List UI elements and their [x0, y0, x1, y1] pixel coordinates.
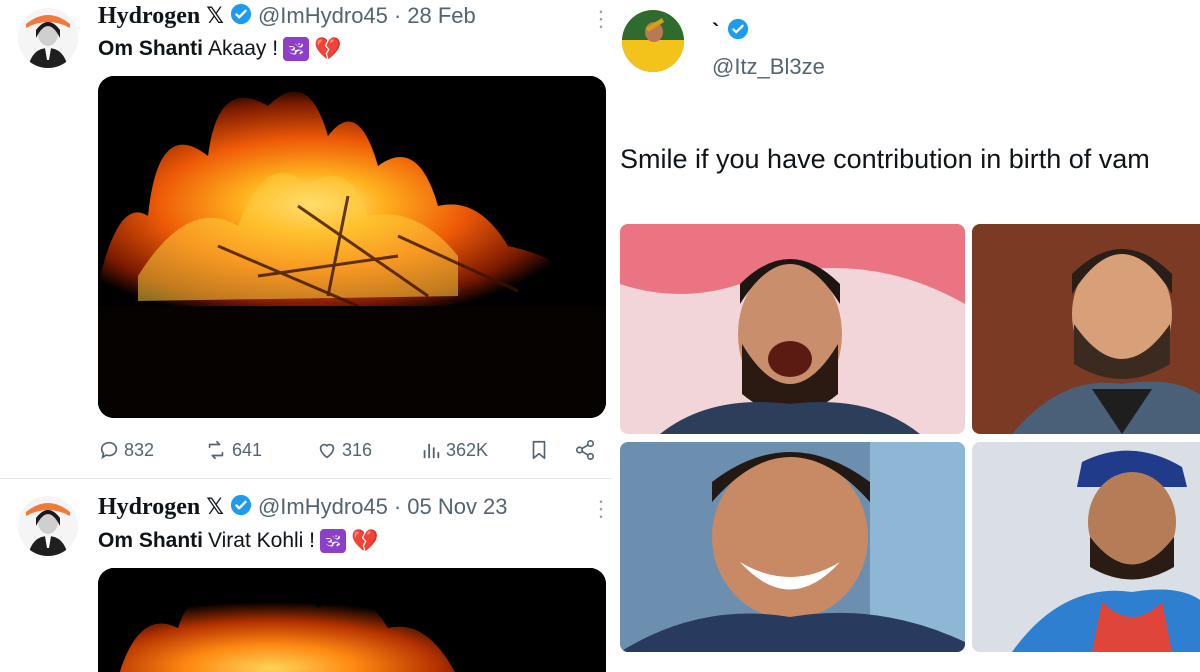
x-logo-text: 𝕏: [206, 3, 224, 29]
user-avatar[interactable]: [18, 8, 78, 68]
tweet-text: Om Shanti Akaay ! 🕉 💔: [98, 34, 341, 64]
om-emoji: 🕉: [283, 37, 310, 61]
tweet-media-smiling-man[interactable]: [972, 224, 1200, 434]
tweet-header: `: [712, 18, 749, 46]
tweet-text-bold: Om Shanti: [98, 37, 204, 60]
tweet-text: Om Shanti Virat Kohli ! 🕉 💔: [98, 526, 378, 556]
verified-badge-icon: [727, 18, 749, 46]
share-button[interactable]: [574, 433, 596, 467]
tweet-divider: [0, 478, 612, 479]
tweet-action-bar: 832 641 316 362K: [98, 433, 608, 467]
separator-dot: ·: [393, 494, 402, 519]
reply-button[interactable]: 832: [98, 433, 154, 467]
fire-image: [98, 76, 606, 418]
broken-heart-emoji: 💔: [314, 36, 342, 62]
tweet-header: Hydrogen 𝕏 @ImHydro45 · 28 Feb: [98, 1, 476, 31]
views-count: 362K: [446, 439, 489, 460]
tweet-header: Hydrogen 𝕏 @ImHydro45 · 05 Nov 23: [98, 492, 508, 522]
tweet-text: Smile if you have contribution in birth …: [620, 144, 1150, 174]
tweet-media-fire-image[interactable]: [98, 568, 606, 672]
reply-count: 832: [124, 439, 155, 460]
left-screenshot-panel: Hydrogen 𝕏 @ImHydro45 · 28 Feb ⋮ Om Shan…: [0, 0, 612, 672]
verified-badge-icon: [230, 494, 252, 521]
right-screenshot-panel: ` @Itz_Bl3ze Smile if you have contribut…: [612, 0, 1200, 672]
repost-icon: [208, 440, 224, 460]
tweet-media-fire-image[interactable]: [98, 76, 606, 418]
tweet-text-rest: Virat Kohli !: [208, 529, 316, 552]
avatar-image: [18, 496, 78, 556]
display-name[interactable]: `: [712, 19, 719, 45]
photo: [620, 224, 965, 434]
user-avatar[interactable]: [622, 10, 684, 72]
avatar-image: [622, 10, 684, 72]
like-icon: [319, 443, 335, 459]
like-button[interactable]: 316: [316, 433, 372, 467]
user-avatar[interactable]: [18, 496, 78, 556]
photo: [972, 224, 1200, 434]
more-options-icon[interactable]: ⋮: [590, 8, 612, 30]
tweet-card-1[interactable]: Hydrogen 𝕏 @ImHydro45 · 28 Feb ⋮ Om Shan…: [0, 0, 612, 480]
bookmark-button[interactable]: [528, 433, 550, 467]
tweet-media-cricketer[interactable]: [972, 442, 1200, 652]
tweet-date[interactable]: 05 Nov 23: [407, 494, 507, 520]
tweet-date[interactable]: 28 Feb: [407, 3, 476, 29]
x-logo-text: 𝕏: [206, 494, 224, 520]
like-count: 316: [342, 439, 373, 460]
user-handle[interactable]: @Itz_Bl3ze: [712, 54, 825, 80]
tweet-text-bold: Om Shanti: [98, 529, 204, 552]
separator-dot: ·: [393, 3, 402, 28]
reply-icon: [100, 441, 118, 460]
user-handle[interactable]: @ImHydro45: [258, 494, 388, 520]
broken-heart-emoji: 💔: [351, 528, 379, 554]
views-button[interactable]: 362K: [420, 433, 488, 467]
tweet-media-laughing-man-1[interactable]: [620, 224, 965, 434]
avatar-image: [18, 8, 78, 68]
fire-image: [98, 568, 606, 672]
share-icon: [575, 440, 595, 460]
more-options-icon[interactable]: ⋮: [590, 498, 612, 520]
bookmark-icon: [532, 440, 546, 460]
repost-button[interactable]: 641: [204, 433, 262, 467]
photo: [972, 442, 1200, 652]
user-handle[interactable]: @ImHydro45: [258, 3, 388, 29]
display-name[interactable]: Hydrogen: [98, 494, 200, 521]
views-icon: [423, 443, 440, 459]
om-emoji: 🕉: [320, 529, 347, 553]
display-name[interactable]: Hydrogen: [98, 3, 200, 30]
tweet-media-laughing-man-2[interactable]: [620, 442, 965, 652]
photo: [620, 442, 965, 652]
repost-count: 641: [232, 439, 263, 460]
tweet-text-rest: Akaay !: [208, 37, 279, 60]
verified-badge-icon: [230, 3, 252, 30]
tweet-card-2[interactable]: Hydrogen 𝕏 @ImHydro45 · 05 Nov 23 ⋮ Om S…: [0, 486, 612, 672]
